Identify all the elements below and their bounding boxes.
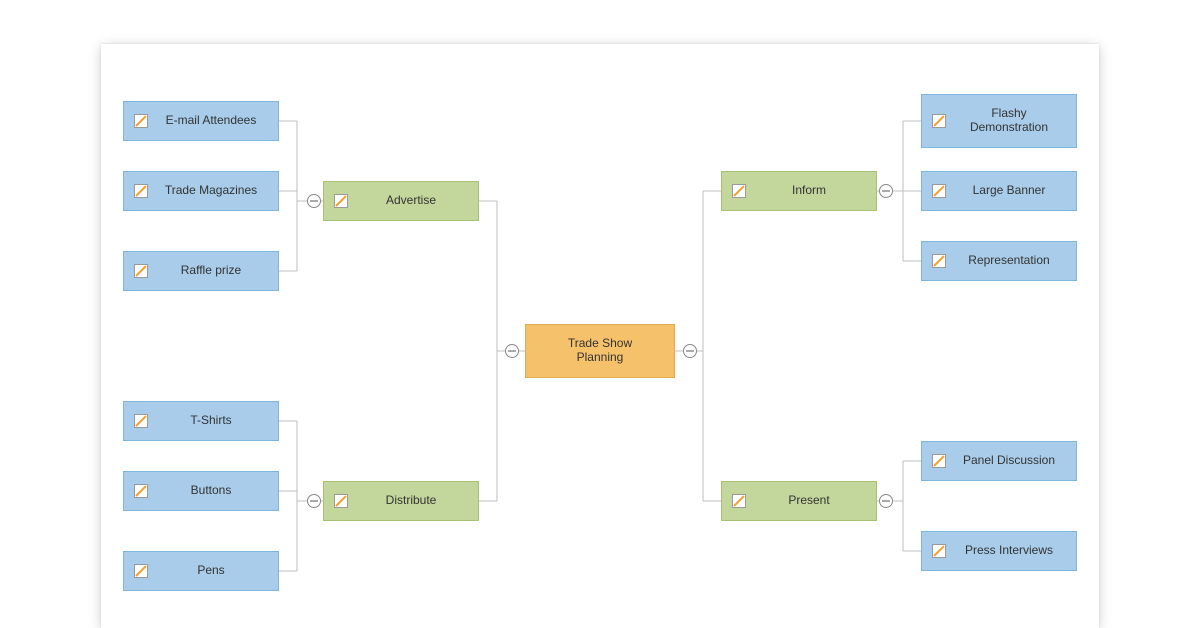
node-branch-label: Advertise (354, 194, 468, 208)
note-icon (134, 564, 148, 578)
node-branch-distribute[interactable]: Distribute (323, 481, 479, 521)
collapse-toggle-advertise[interactable] (307, 194, 321, 208)
note-icon (334, 494, 348, 508)
node-root-label: Trade ShowPlanning (536, 337, 664, 365)
node-leaf-label: Large Banner (952, 184, 1066, 198)
node-branch-label: Distribute (354, 494, 468, 508)
note-icon (334, 194, 348, 208)
node-leaf-label: Panel Discussion (952, 454, 1066, 468)
note-icon (932, 184, 946, 198)
node-leaf-email-attendees[interactable]: E-mail Attendees (123, 101, 279, 141)
node-leaf-label: Flashy Demonstration (952, 107, 1066, 135)
note-icon (932, 454, 946, 468)
node-leaf-representation[interactable]: Representation (921, 241, 1077, 281)
node-leaf-label: E-mail Attendees (154, 114, 268, 128)
note-icon (134, 414, 148, 428)
note-icon (932, 544, 946, 558)
collapse-toggle-left[interactable] (505, 344, 519, 358)
node-leaf-panel-discussion[interactable]: Panel Discussion (921, 441, 1077, 481)
note-icon (134, 484, 148, 498)
node-branch-label: Inform (752, 184, 866, 198)
collapse-toggle-distribute[interactable] (307, 494, 321, 508)
note-icon (134, 264, 148, 278)
node-leaf-label: Buttons (154, 484, 268, 498)
node-leaf-flashy-demo[interactable]: Flashy Demonstration (921, 94, 1077, 148)
node-leaf-label: Representation (952, 254, 1066, 268)
node-leaf-raffle-prize[interactable]: Raffle prize (123, 251, 279, 291)
note-icon (732, 184, 746, 198)
node-leaf-label: Press Interviews (952, 544, 1066, 558)
note-icon (932, 254, 946, 268)
collapse-toggle-present[interactable] (879, 494, 893, 508)
note-icon (932, 114, 946, 128)
node-leaf-tshirts[interactable]: T-Shirts (123, 401, 279, 441)
diagram-canvas: Trade ShowPlanning Advertise Distribute … (101, 44, 1099, 628)
node-leaf-label: Trade Magazines (154, 184, 268, 198)
node-leaf-large-banner[interactable]: Large Banner (921, 171, 1077, 211)
note-icon (134, 114, 148, 128)
collapse-toggle-right[interactable] (683, 344, 697, 358)
collapse-toggle-inform[interactable] (879, 184, 893, 198)
node-leaf-label: Pens (154, 564, 268, 578)
node-leaf-pens[interactable]: Pens (123, 551, 279, 591)
node-branch-present[interactable]: Present (721, 481, 877, 521)
node-leaf-label: Raffle prize (154, 264, 268, 278)
node-leaf-press-interviews[interactable]: Press Interviews (921, 531, 1077, 571)
node-leaf-trade-magazines[interactable]: Trade Magazines (123, 171, 279, 211)
stage: Trade ShowPlanning Advertise Distribute … (0, 0, 1200, 628)
node-leaf-label: T-Shirts (154, 414, 268, 428)
node-leaf-buttons[interactable]: Buttons (123, 471, 279, 511)
node-root[interactable]: Trade ShowPlanning (525, 324, 675, 378)
node-branch-inform[interactable]: Inform (721, 171, 877, 211)
note-icon (134, 184, 148, 198)
note-icon (732, 494, 746, 508)
node-branch-advertise[interactable]: Advertise (323, 181, 479, 221)
node-branch-label: Present (752, 494, 866, 508)
